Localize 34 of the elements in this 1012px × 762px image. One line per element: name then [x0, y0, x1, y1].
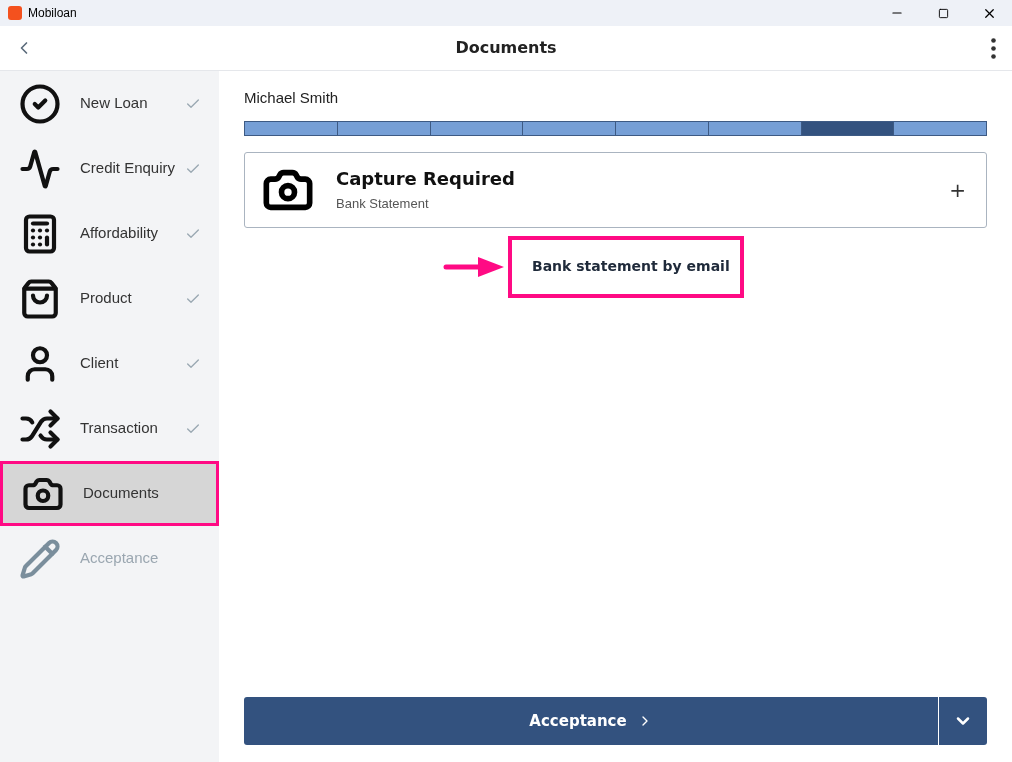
- sidebar-label: New Loan: [80, 93, 148, 114]
- card-title: Capture Required: [336, 167, 515, 192]
- more-icon: [991, 37, 996, 59]
- maximize-icon: [937, 7, 949, 19]
- app-logo-icon: [8, 6, 22, 20]
- sidebar-label: Product: [80, 288, 132, 309]
- capture-card[interactable]: Capture Required Bank Statement +: [244, 151, 987, 228]
- more-menu-button[interactable]: [991, 37, 996, 59]
- window-title: Mobiloan: [28, 5, 77, 22]
- sidebar-item[interactable]: Product: [0, 266, 219, 331]
- sidebar-label: Affordability: [80, 223, 159, 244]
- sidebar-label: Documents: [83, 483, 159, 504]
- sidebar-item[interactable]: New Loan: [0, 71, 219, 136]
- sidebar-label: Transaction: [80, 418, 158, 439]
- acceptance-button[interactable]: Acceptance: [244, 697, 938, 745]
- page-title: Documents: [455, 37, 557, 59]
- sidebar-item[interactable]: Credit Enquiry: [0, 136, 219, 201]
- shuffle-arrows-icon: [19, 407, 61, 450]
- pencil-icon: [19, 537, 61, 580]
- sidebar-item[interactable]: Documents: [0, 461, 219, 526]
- dropdown-button[interactable]: [939, 697, 987, 745]
- sidebar-item[interactable]: Client: [0, 331, 219, 396]
- sidebar-label: Credit Enquiry: [80, 158, 176, 179]
- menu-option[interactable]: Bank statement by email: [508, 235, 744, 298]
- card-subtitle: Bank Statement: [336, 195, 430, 214]
- add-button[interactable]: +: [949, 174, 966, 205]
- sidebar-label: Client: [80, 353, 119, 374]
- shopping-bag-icon: [19, 277, 61, 320]
- sidebar-item[interactable]: Transaction: [0, 396, 219, 461]
- sidebar-label: Acceptance: [80, 548, 159, 569]
- circle-check-icon: [19, 82, 61, 125]
- sidebar-item[interactable]: Affordability: [0, 201, 219, 266]
- client-name: Michael Smith: [244, 88, 340, 108]
- pulse-line-icon: [19, 147, 61, 190]
